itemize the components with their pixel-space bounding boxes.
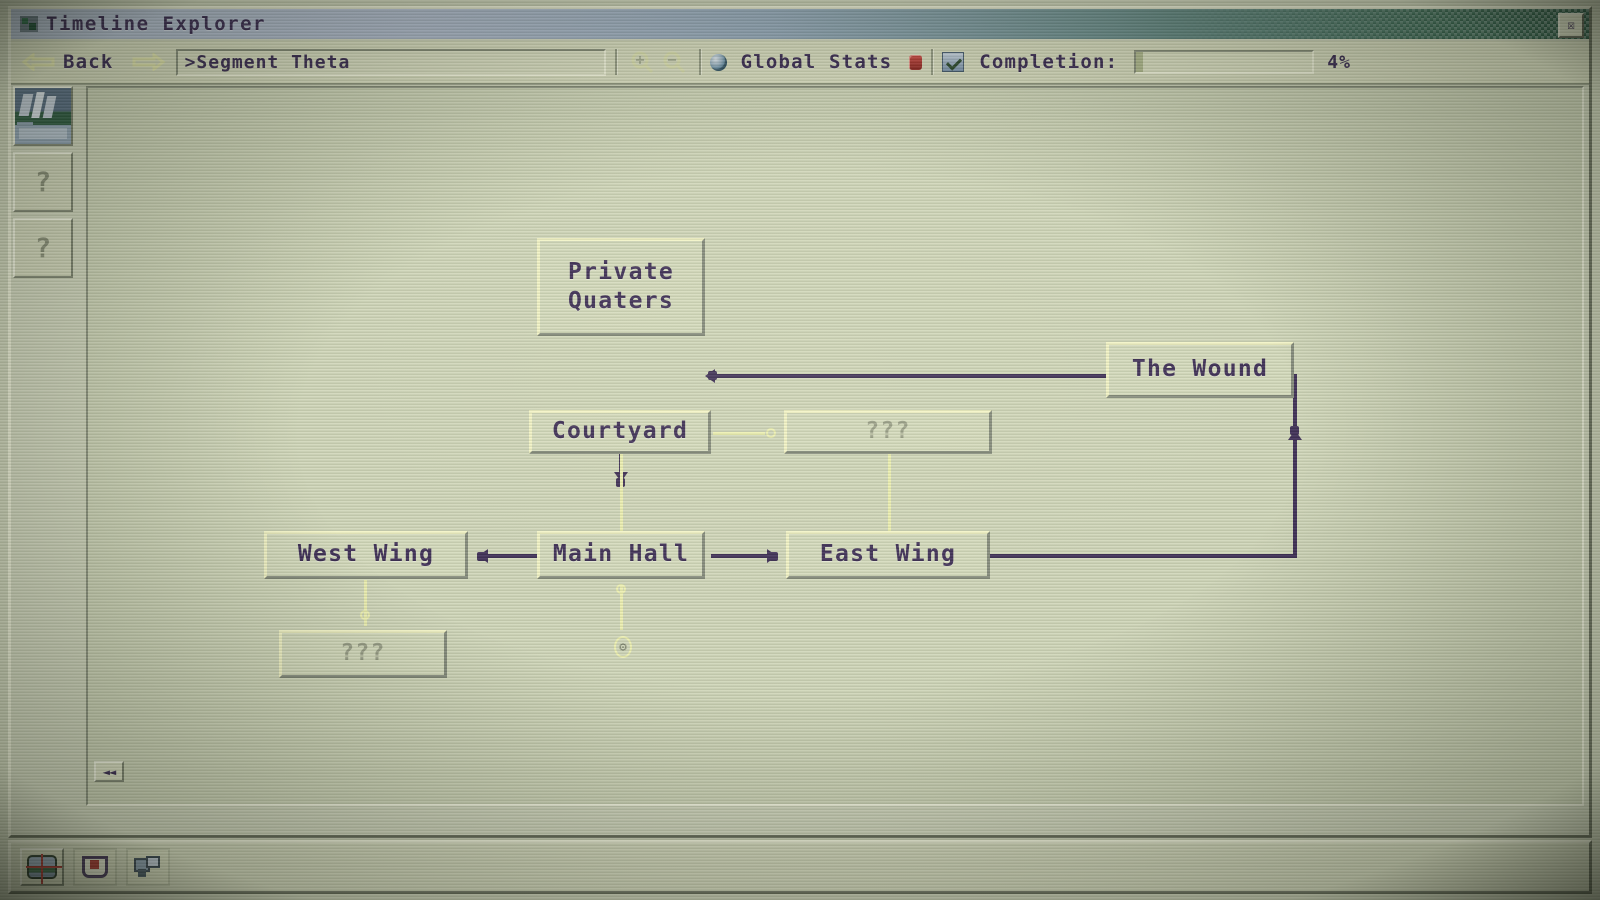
sidebar-item-unknown-slot-1[interactable]: ? — [13, 152, 73, 212]
globe-crosshair-icon — [26, 854, 62, 884]
graph-node-label: ??? — [865, 418, 911, 445]
edge-east-wing-to-the-wound-horz — [990, 554, 1297, 558]
title-bar: Timeline Explorer ☒ — [11, 9, 1589, 39]
taskbar — [8, 840, 1592, 894]
back-button[interactable]: Back — [63, 51, 114, 73]
graph-canvas-inner: ⚙ Private Quaters The Wound Courtyard??? Wes… — [88, 88, 1582, 804]
sealed-gate-icon[interactable]: ⚙ — [614, 636, 632, 658]
close-icon[interactable]: ☒ — [1558, 13, 1584, 38]
graph-node-main-hall[interactable]: Main Hall — [537, 531, 705, 579]
edge-main-hall-to-east-wing-line — [711, 554, 767, 558]
window-title: Timeline Explorer — [46, 13, 266, 35]
unknown-slot-1-label: ? — [34, 166, 52, 198]
window-flag-icon — [20, 16, 38, 32]
timeline-explorer-window: Timeline Explorer ☒ Back >Segment Theta — [0, 0, 1600, 900]
graph-node-private-quaters[interactable]: Private Quaters — [537, 238, 705, 336]
graph-node-the-wound[interactable]: The Wound — [1106, 342, 1294, 398]
sidebar-item-unknown-slot-2[interactable]: ? — [13, 218, 73, 278]
magnifier-plus-icon[interactable] — [629, 50, 655, 74]
sidebar-item-room-thumbnail[interactable] — [13, 86, 73, 146]
edge-the-wound-to-private-quaters-arrow — [705, 369, 715, 383]
graph-node-east-wing[interactable]: East Wing — [786, 531, 990, 579]
toolbar-divider-3 — [931, 49, 934, 75]
graph-node-label: West Wing — [297, 541, 435, 568]
address-input[interactable]: >Segment Theta — [175, 48, 606, 76]
edge-main-hall-to-sealed-midpoint — [616, 584, 626, 594]
completion-label: Completion: — [979, 51, 1119, 73]
address-input-value: >Segment Theta — [184, 51, 351, 73]
room-thumbnail-image — [15, 88, 71, 144]
graph-node-courtyard[interactable]: Courtyard — [529, 410, 711, 454]
edge-main-hall-to-west-wing-line — [488, 554, 539, 558]
edge-main-hall-to-west-wing-endpoint — [477, 552, 486, 561]
global-stats-button[interactable]: Global Stats — [741, 51, 893, 73]
graph-node-west-wing[interactable]: West Wing — [264, 531, 468, 579]
globe-icon — [709, 53, 727, 71]
graph-canvas[interactable]: ⚙ Private Quaters The Wound Courtyard??? Wes… — [86, 86, 1584, 806]
edge-courtyard-to-unknown-north-line — [713, 432, 765, 435]
edge-courtyard-to-unknown-north-endpoint — [766, 428, 776, 438]
edge-east-wing-to-unknown-north-line — [888, 448, 891, 533]
inventory-button[interactable] — [73, 848, 117, 886]
arrow-right-icon[interactable] — [132, 53, 166, 71]
characters-button[interactable] — [126, 848, 170, 886]
edge-east-wing-to-the-wound-vert — [1293, 438, 1297, 558]
graph-node-unknown-west[interactable]: ??? — [279, 630, 447, 678]
completion-progress-fill — [1136, 52, 1144, 72]
edge-east-wing-to-the-wound-endpoint — [1290, 426, 1299, 435]
graph-node-label: ??? — [340, 640, 386, 667]
toolbar-divider-2 — [698, 49, 701, 75]
edge-west-wing-to-unknown-west-endpoint — [360, 610, 370, 620]
graph-node-label: Courtyard — [551, 418, 689, 445]
toolbar-divider-1 — [614, 49, 617, 75]
graph-node-label: The Wound — [1131, 356, 1269, 383]
arrow-left-icon[interactable] — [21, 53, 55, 71]
graph-node-label: Private Quaters — [567, 258, 675, 314]
graph-node-unknown-north[interactable]: ??? — [784, 410, 992, 454]
title-bar-dither — [1169, 9, 1589, 39]
completion-percent: 4% — [1327, 51, 1351, 73]
clipboard-check-icon — [942, 52, 965, 72]
edge-main-hall-to-courtyard-line — [620, 448, 623, 533]
toolbar: Back >Segment Theta Global Stats Complet… — [11, 41, 1589, 85]
rewind-button[interactable]: ◄◄ — [94, 761, 124, 782]
graph-node-label: East Wing — [819, 541, 957, 568]
world-map-button[interactable] — [20, 848, 64, 886]
unknown-slot-2-label: ? — [34, 232, 52, 264]
magnifier-minus-icon[interactable] — [661, 50, 687, 74]
cup-icon — [82, 856, 108, 878]
red-indicator-icon — [909, 54, 923, 70]
mask-icon — [134, 856, 162, 878]
edge-main-hall-to-east-wing-endpoint — [769, 552, 778, 561]
sidebar: ? ? — [13, 86, 79, 806]
completion-progress-bar — [1134, 50, 1315, 74]
graph-node-label: Main Hall — [552, 541, 690, 568]
